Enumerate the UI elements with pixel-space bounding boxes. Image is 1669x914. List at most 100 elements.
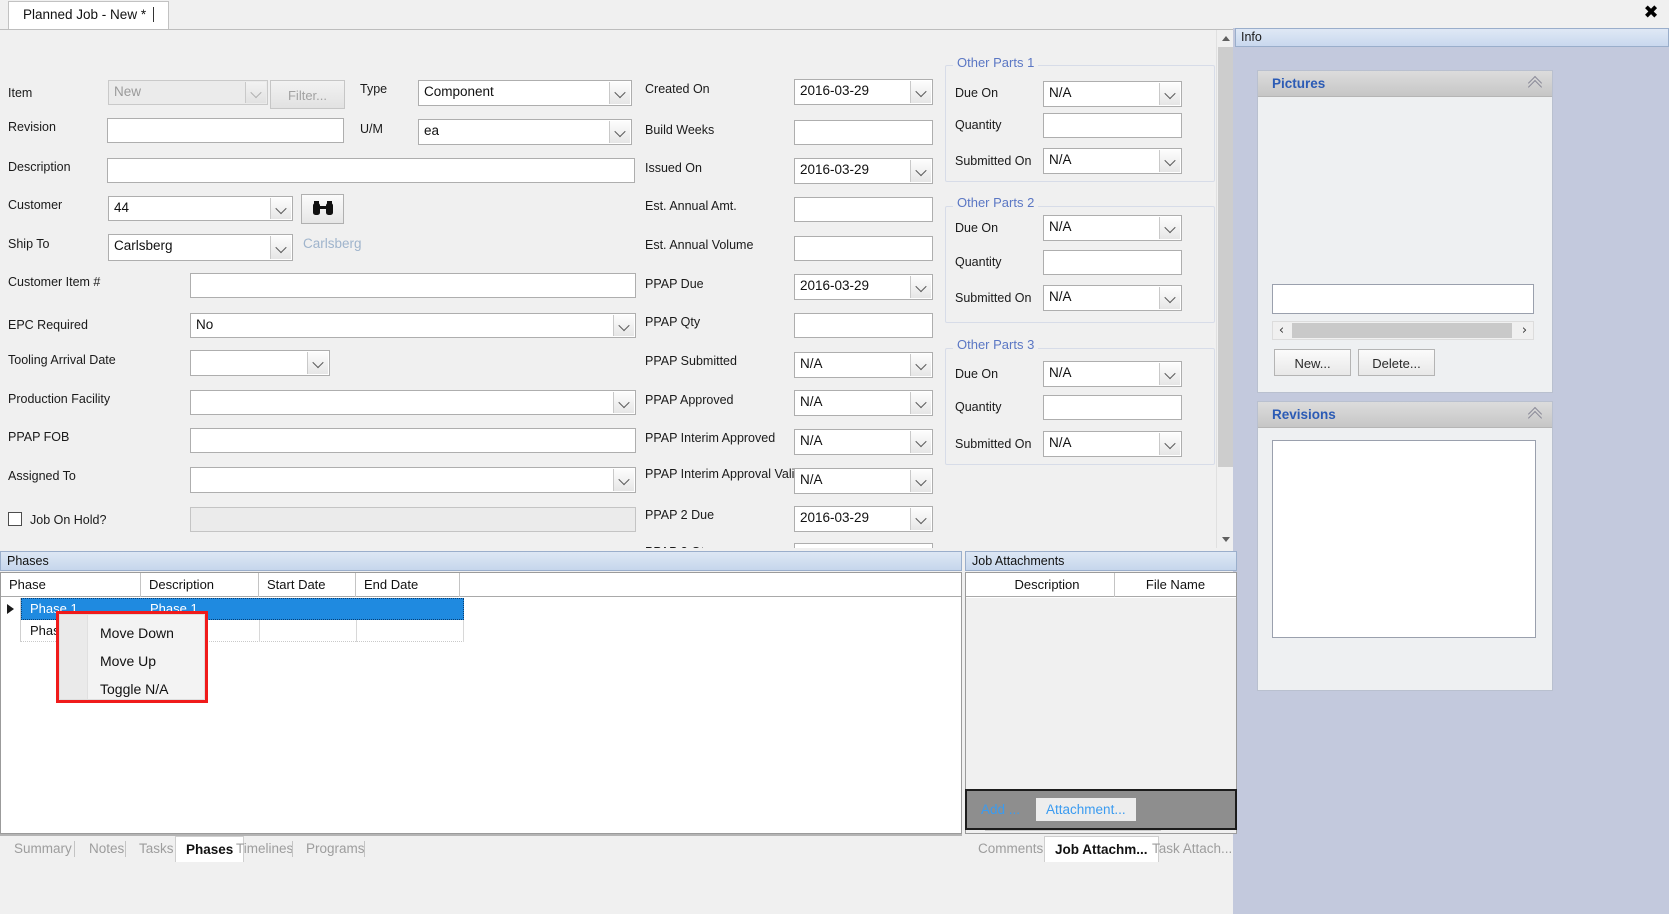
binoculars-icon — [312, 201, 333, 215]
description-input[interactable] — [107, 158, 635, 183]
op3-quantity-input[interactable] — [1043, 395, 1182, 420]
issued-on-combo[interactable]: 2016-03-29 — [794, 158, 933, 184]
est-annual-volume-input[interactable] — [794, 236, 933, 261]
scroll-down-arrow-icon[interactable] — [1217, 531, 1234, 548]
context-menu-item-move-up[interactable]: Move Up — [90, 647, 202, 675]
chevron-up-icon[interactable] — [1528, 77, 1542, 89]
ppap-qty-input[interactable] — [794, 313, 933, 338]
op2-quantity-input[interactable] — [1043, 250, 1182, 275]
op2-submitted-on-combo[interactable]: N/A — [1043, 285, 1182, 311]
attachment-button[interactable]: Attachment... — [1036, 798, 1136, 821]
revisions-card-header[interactable]: Revisions — [1258, 402, 1552, 428]
ppap-submitted-combo[interactable]: N/A — [794, 352, 933, 378]
scrollbar-track[interactable] — [1217, 47, 1234, 531]
chevron-down-icon — [307, 352, 328, 374]
ppap-2-due-combo[interactable]: 2016-03-29 — [794, 506, 933, 532]
pictures-card-header[interactable]: Pictures — [1258, 71, 1552, 97]
close-icon[interactable]: ✖ — [1641, 4, 1661, 24]
phases-context-menu[interactable]: Move Down Move Up Toggle N/A — [56, 611, 208, 703]
um-combo[interactable]: ea — [418, 119, 632, 145]
tab-summary[interactable]: Summary — [4, 836, 82, 862]
assigned-to-combo[interactable] — [190, 467, 636, 493]
customer-search-button[interactable] — [301, 194, 344, 224]
delete-picture-button[interactable]: Delete... — [1358, 349, 1435, 376]
op2-due-on-combo[interactable]: N/A — [1043, 215, 1182, 241]
ppap-interim-valid-until-combo[interactable]: N/A — [794, 468, 933, 494]
context-menu-item-toggle-na[interactable]: Toggle N/A — [90, 675, 202, 703]
tooling-arrival-date-combo[interactable] — [190, 350, 330, 376]
op1-quantity-input[interactable] — [1043, 113, 1182, 138]
chevron-down-icon — [910, 431, 931, 453]
label-ppap-submitted: PPAP Submitted — [645, 354, 737, 368]
scroll-right-arrow-icon[interactable]: › — [1516, 322, 1533, 339]
label-um: U/M — [360, 122, 383, 136]
chevron-down-icon — [613, 315, 634, 336]
label-type: Type — [360, 82, 388, 96]
chevron-down-icon — [613, 392, 634, 413]
epc-required-combo[interactable]: No — [190, 313, 636, 338]
chevron-up-icon[interactable] — [1528, 408, 1542, 420]
type-combo-value: Component — [424, 84, 494, 99]
ppap-interim-approved-combo[interactable]: N/A — [794, 429, 933, 455]
pictures-horizontal-scrollbar[interactable]: ‹ › — [1272, 321, 1534, 340]
revision-input[interactable] — [107, 118, 344, 143]
ppap-interim-approved-value: N/A — [800, 433, 823, 448]
created-on-combo[interactable]: 2016-03-29 — [794, 79, 933, 105]
op3-submitted-on-combo[interactable]: N/A — [1043, 431, 1182, 457]
chevron-down-icon — [609, 121, 630, 143]
column-header-end-date[interactable]: End Date — [356, 573, 460, 597]
ship-to-note: Carlsberg — [303, 236, 362, 251]
ship-to-combo[interactable]: Carlsberg — [108, 234, 293, 261]
chevron-down-icon — [1159, 287, 1180, 309]
customer-combo[interactable]: 44 — [108, 196, 293, 221]
created-on-value: 2016-03-29 — [800, 83, 870, 98]
ppap-due-combo[interactable]: 2016-03-29 — [794, 274, 933, 300]
ppap-due-value: 2016-03-29 — [800, 278, 870, 293]
column-header-description[interactable]: Description — [141, 573, 259, 597]
other-parts-3-title: Other Parts 3 — [953, 337, 1039, 352]
picture-caption-input[interactable] — [1272, 284, 1534, 314]
scroll-up-arrow-icon[interactable] — [1217, 30, 1234, 47]
est-annual-amt-input[interactable] — [794, 197, 933, 222]
job-on-hold-checkbox[interactable] — [8, 512, 22, 526]
tab-comments[interactable]: Comments — [968, 836, 1053, 862]
build-weeks-input[interactable] — [794, 120, 933, 145]
label-ppap-due: PPAP Due — [645, 277, 704, 291]
add-attachment-link[interactable]: Add ... — [981, 802, 1020, 817]
job-on-hold-reason-input — [190, 507, 636, 532]
production-facility-combo[interactable] — [190, 390, 636, 415]
ppap-fob-input[interactable] — [190, 428, 636, 453]
item-combo[interactable]: New — [108, 80, 268, 105]
document-tab-planned-job[interactable]: Planned Job - New * — [8, 1, 170, 29]
customer-item-number-input[interactable] — [190, 273, 636, 298]
op1-submitted-on-combo[interactable]: N/A — [1043, 148, 1182, 174]
column-header-description[interactable]: Description — [980, 573, 1115, 597]
column-header-file-name[interactable]: File Name — [1115, 573, 1236, 597]
type-combo[interactable]: Component — [418, 80, 632, 106]
scrollbar-thumb[interactable] — [1218, 47, 1233, 467]
op3-due-on-combo[interactable]: N/A — [1043, 361, 1182, 387]
label-est-annual-amt: Est. Annual Amt. — [645, 199, 737, 213]
chevron-down-icon — [910, 276, 931, 298]
chevron-down-icon — [1159, 433, 1180, 455]
label-item: Item — [8, 86, 33, 100]
info-panel: Info Pictures ‹ › New... Delete... Revis… — [1233, 28, 1669, 914]
tab-programs[interactable]: Programs — [296, 836, 375, 862]
op1-due-on-combo[interactable]: N/A — [1043, 81, 1182, 107]
op2-due-on-value: N/A — [1049, 219, 1072, 234]
tab-task-attachments[interactable]: Task Attach... — [1142, 836, 1242, 862]
ppap-interim-valid-until-value: N/A — [800, 472, 823, 487]
filter-button[interactable]: Filter... — [270, 80, 345, 109]
pictures-scroll-thumb[interactable] — [1292, 323, 1512, 338]
ppap-approved-combo[interactable]: N/A — [794, 390, 933, 416]
ppap-2-qty-input[interactable] — [794, 543, 933, 548]
context-menu-item-move-down[interactable]: Move Down — [90, 619, 202, 647]
form-vertical-scrollbar[interactable] — [1216, 30, 1234, 548]
revisions-list[interactable] — [1272, 440, 1536, 638]
context-menu-body: Move Down Move Up Toggle N/A — [59, 614, 205, 700]
label-op3-submitted-on: Submitted On — [955, 437, 1032, 451]
column-header-start-date[interactable]: Start Date — [259, 573, 356, 597]
new-picture-button[interactable]: New... — [1274, 349, 1351, 376]
scroll-left-arrow-icon[interactable]: ‹ — [1273, 322, 1290, 339]
column-header-phase[interactable]: Phase — [1, 573, 141, 597]
